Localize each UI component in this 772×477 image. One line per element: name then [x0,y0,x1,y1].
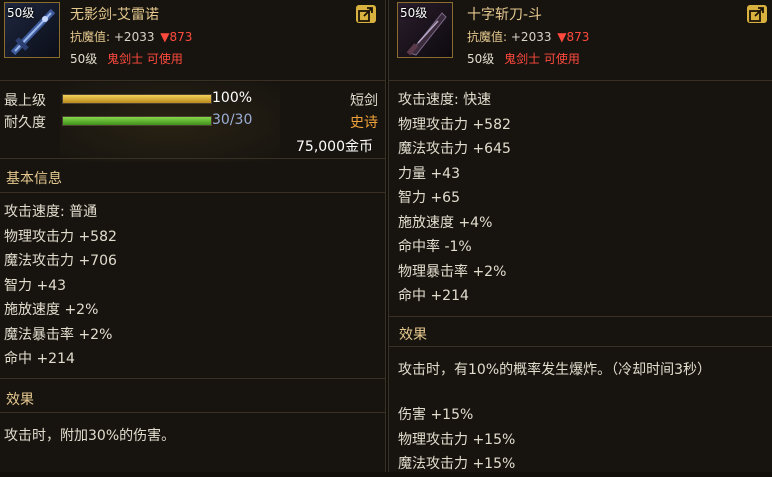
sword-item-icon: 50级 [4,2,60,58]
divider [0,412,385,413]
item-tooltip-right: 50级 十字斩刀-斗 抗魔值: +2033 ▼873 50级 鬼剑士 可使用 攻… [388,0,772,472]
item-level-tag: 50级 [400,6,428,20]
effect-text: 攻击时，有10%的概率发生爆炸。（冷却时间3秒） [398,362,712,378]
durability-row: 耐久度 30/30 史诗 [4,112,384,132]
stat-line: 力量 +43 [398,165,460,182]
item-level-tag: 50级 [7,6,35,20]
resist-row: 抗魔值: +2033 ▼873 [467,28,589,45]
effect-bonus-line: 魔法攻击力 +15% [398,456,516,472]
resist-delta: ▼873 [160,30,193,44]
required-level: 50级 [70,52,98,66]
durability-bar [62,116,212,126]
resist-value: +2033 [113,30,155,44]
stat-line: 智力 +65 [398,190,460,206]
durability-value: 30/30 [212,112,253,128]
divider [0,192,385,193]
required-class: 鬼剑士 可使用 [504,52,580,66]
grade-row: 最上级 100% 短剑 [4,90,384,110]
stat-line: 攻击速度: 快速 [398,92,492,108]
item-tooltip-left: 50级 无影剑-艾雷诺 抗魔值: +2033 ▼873 50级 鬼剑士 可使用 … [0,0,386,472]
item-name: 无影剑-艾雷诺 [70,7,160,23]
divider [389,346,772,347]
divider [0,80,385,81]
grade-bar-fill [63,95,211,103]
requirement-row: 50级 鬼剑士 可使用 [467,50,580,67]
divider [0,378,385,379]
required-class: 鬼剑士 可使用 [107,52,183,66]
item-header: 50级 十字斩刀-斗 抗魔值: +2033 ▼873 50级 鬼剑士 可使用 [389,0,772,78]
price: 75,000金币 [296,139,373,155]
weapon-type: 短剑 [350,93,378,109]
stat-line: 物理暴击率 +2% [398,263,507,280]
stat-line: 施放速度 +2% [4,302,99,318]
item-name: 十字斩刀-斗 [467,7,543,23]
stat-line: 攻击速度: 普通 [4,204,98,220]
stat-line: 魔法攻击力 +706 [4,253,117,269]
stat-line: 魔法暴击率 +2% [4,326,113,343]
stat-line: 智力 +43 [4,277,66,294]
blade-item-icon: 50级 [397,2,453,58]
resist-value: +2033 [510,30,552,44]
effect-bonus-line: 物理攻击力 +15% [398,431,516,448]
resist-label: 抗魔值: [467,30,508,44]
stat-line: 命中率 -1% [398,239,472,255]
divider [389,316,772,317]
resist-label: 抗魔值: [70,30,111,44]
requirement-row: 50级 鬼剑士 可使用 [70,50,183,67]
share-icon[interactable] [747,5,767,23]
stat-line: 施放速度 +4% [398,214,493,231]
required-level: 50级 [467,52,495,66]
durability-label: 耐久度 [4,115,46,131]
item-header: 50级 无影剑-艾雷诺 抗魔值: +2033 ▼873 50级 鬼剑士 可使用 [0,0,385,78]
divider [389,80,772,81]
stat-line: 物理攻击力 +582 [398,116,511,133]
grade-value: 100% [212,90,253,106]
resist-row: 抗魔值: +2033 ▼873 [70,28,192,45]
effect-bonus-list: 伤害 +15% 物理攻击力 +15% 魔法攻击力 +15% [398,403,515,477]
stat-list: 攻击速度: 快速 物理攻击力 +582 魔法攻击力 +645 力量 +43 智力… [398,88,511,309]
stat-line: 物理攻击力 +582 [4,228,117,245]
resist-delta: ▼873 [557,30,590,44]
stat-line: 命中 +214 [4,351,75,367]
divider [0,158,385,159]
effect-title: 效果 [6,392,34,408]
rarity-label: 史诗 [350,115,378,131]
base-info-title: 基本信息 [6,171,62,187]
effect-text: 攻击时，附加30%的伤害。 [4,428,176,444]
stat-line: 魔法攻击力 +645 [398,141,511,157]
grade-bar [62,94,212,104]
durability-bar-fill [63,117,211,125]
share-icon[interactable] [356,5,376,23]
stat-list: 攻击速度: 普通 物理攻击力 +582 魔法攻击力 +706 智力 +43 施放… [4,200,117,372]
effect-title: 效果 [399,327,427,343]
stat-line: 命中 +214 [398,288,469,304]
grade-label: 最上级 [4,93,46,109]
effect-bonus-line: 伤害 +15% [398,407,474,423]
